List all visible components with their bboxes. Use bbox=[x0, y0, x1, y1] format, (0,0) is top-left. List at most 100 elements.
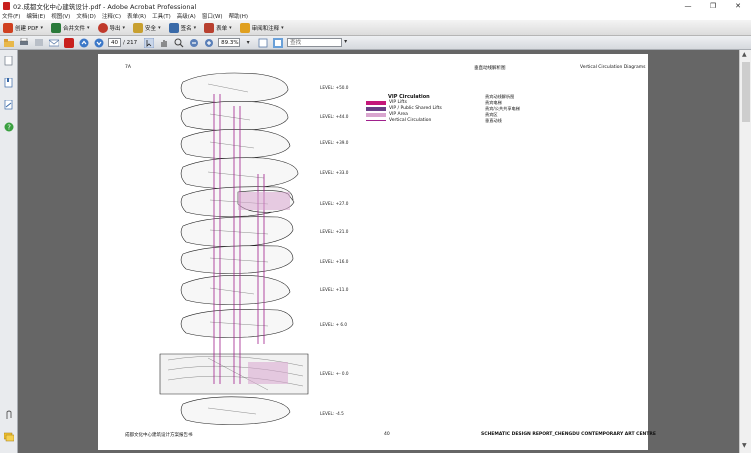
chevron-down-icon: ▾ bbox=[193, 24, 197, 31]
tasks-toolbar: 创建 PDF ▾ 合并文件 ▾ 导出 ▾ 安全 ▾ 签名 ▾ 表单 ▾ 审阅和注释 ▾ bbox=[0, 20, 751, 36]
level-label: LEVEL: +50.0 bbox=[320, 85, 349, 90]
minimize-button[interactable]: — bbox=[676, 0, 700, 11]
signatures-icon[interactable] bbox=[4, 100, 14, 110]
scroll-up-icon[interactable]: ▲ bbox=[742, 51, 747, 58]
chevron-down-icon: ▾ bbox=[229, 24, 232, 31]
fit-width-icon[interactable] bbox=[272, 37, 284, 48]
level-label: LEVEL: +33.0 bbox=[320, 170, 349, 175]
next-page-icon[interactable] bbox=[93, 37, 105, 48]
zoom-in-icon[interactable] bbox=[203, 37, 215, 48]
help-icon[interactable]: ? bbox=[4, 122, 14, 132]
form-icon bbox=[204, 22, 215, 33]
legend-item: Vertical Circulation bbox=[366, 118, 431, 123]
lock-icon bbox=[133, 22, 144, 33]
email-icon[interactable] bbox=[48, 37, 60, 48]
level-label: LEVEL: +11.0 bbox=[320, 287, 349, 292]
chevron-down-icon: ▾ bbox=[122, 24, 126, 31]
comments-icon[interactable] bbox=[4, 432, 14, 442]
level-label: LEVEL: +39.0 bbox=[320, 140, 349, 145]
print-icon[interactable] bbox=[18, 37, 30, 48]
save-icon[interactable] bbox=[33, 37, 45, 48]
fit-page-icon[interactable] bbox=[257, 37, 269, 48]
page-number-input[interactable]: 40 bbox=[108, 38, 121, 47]
footer-right: SCHEMATIC DESIGN REPORT_CHENGDU CONTEMPO… bbox=[481, 432, 656, 437]
comment-icon bbox=[239, 22, 250, 33]
menu-window[interactable]: 窗口(W) bbox=[202, 12, 223, 20]
forms-button[interactable]: 表单 ▾ bbox=[204, 22, 232, 33]
prev-page-icon[interactable] bbox=[78, 37, 90, 48]
menu-view[interactable]: 视图(V) bbox=[51, 12, 70, 20]
menu-comments[interactable]: 注释(C) bbox=[102, 12, 121, 20]
zoom-level-input[interactable]: 89.3% bbox=[218, 38, 241, 47]
zoom-tool-icon[interactable] bbox=[173, 37, 185, 48]
create-pdf-button[interactable]: 创建 PDF ▾ bbox=[3, 22, 43, 33]
window-title: 02.成都文化中心建筑设计.pdf - Adobe Acrobat Profes… bbox=[13, 2, 197, 11]
attachment-icon[interactable] bbox=[4, 410, 14, 420]
svg-text:?: ? bbox=[7, 124, 11, 132]
legend-label: VIP / Public Shared Lifts bbox=[389, 106, 442, 111]
navigation-panel: ? bbox=[0, 50, 18, 453]
zoom-out-icon[interactable] bbox=[188, 37, 200, 48]
legend-item: VIP Area bbox=[366, 112, 408, 117]
review-label: 审阅和注释 bbox=[251, 25, 280, 32]
chevron-down-icon: ▾ bbox=[40, 24, 43, 31]
legend-swatch bbox=[366, 106, 386, 111]
security-button[interactable]: 安全 ▾ bbox=[133, 22, 161, 33]
review-comment-button[interactable]: 审阅和注释 ▾ bbox=[239, 22, 284, 33]
pen-icon bbox=[168, 22, 179, 33]
security-label: 安全 bbox=[145, 25, 157, 32]
legend-swatch bbox=[366, 100, 386, 105]
title-bar: 02.成都文化中心建筑设计.pdf - Adobe Acrobat Profes… bbox=[0, 0, 751, 11]
menu-edit[interactable]: 编辑(E) bbox=[26, 12, 45, 20]
level-label: LEVEL: -4.5 bbox=[320, 411, 344, 416]
sign-button[interactable]: 签名 ▾ bbox=[168, 22, 197, 33]
menu-advanced[interactable]: 高级(A) bbox=[177, 12, 196, 20]
footer-page-number: 40 bbox=[384, 432, 390, 437]
combine-icon bbox=[50, 22, 61, 33]
document-area[interactable]: 7A 垂直动线解析图 Vertical Circulation Diagrams bbox=[18, 50, 739, 453]
select-tool-icon[interactable] bbox=[143, 37, 155, 48]
open-folder-icon[interactable] bbox=[3, 37, 15, 48]
export-icon bbox=[97, 22, 108, 33]
legend-item: VIP Lifts bbox=[366, 100, 407, 105]
hand-tool-icon[interactable] bbox=[158, 37, 170, 48]
chevron-down-icon: ▾ bbox=[158, 24, 161, 31]
level-label: LEVEL: +- 0.0 bbox=[320, 371, 349, 376]
chevron-down-icon: ▾ bbox=[87, 24, 90, 31]
menu-help[interactable]: 帮助(H) bbox=[229, 12, 248, 20]
export-button[interactable]: 导出 ▾ bbox=[97, 22, 126, 33]
legend-cn: 垂直动线 bbox=[485, 118, 502, 123]
menu-document[interactable]: 文档(D) bbox=[76, 12, 96, 20]
close-button[interactable]: ✕ bbox=[726, 0, 750, 11]
menu-bar: 文件(F) 编辑(E) 视图(V) 文档(D) 注释(C) 表单(R) 工具(T… bbox=[0, 11, 751, 20]
acrobat-tool-icon[interactable] bbox=[63, 37, 75, 48]
menu-tools[interactable]: 工具(T) bbox=[152, 12, 171, 20]
acrobat-icon bbox=[3, 1, 10, 10]
create-pdf-label: 创建 PDF bbox=[15, 25, 39, 32]
level-label: LEVEL: +16.0 bbox=[320, 259, 349, 264]
sign-label: 签名 bbox=[180, 25, 192, 32]
menu-file[interactable]: 文件(F) bbox=[2, 12, 20, 20]
legend-swatch bbox=[366, 120, 386, 121]
pages-icon[interactable] bbox=[4, 56, 14, 66]
vertical-scrollbar[interactable]: ▲ ▼ bbox=[739, 50, 751, 453]
scroll-down-icon[interactable]: ▼ bbox=[742, 442, 747, 449]
level-label: LEVEL: +27.0 bbox=[320, 201, 349, 206]
bookmarks-icon[interactable] bbox=[4, 78, 14, 88]
level-label: LEVEL: + 6.0 bbox=[320, 322, 348, 327]
export-label: 导出 bbox=[109, 25, 121, 32]
combine-files-button[interactable]: 合并文件 ▾ bbox=[50, 22, 90, 33]
combine-label: 合并文件 bbox=[62, 25, 85, 32]
level-label: LEVEL: +21.0 bbox=[320, 229, 349, 234]
find-input[interactable]: 查找 bbox=[287, 38, 347, 47]
pdf-page: 7A 垂直动线解析图 Vertical Circulation Diagrams bbox=[98, 54, 656, 450]
create-pdf-icon bbox=[3, 22, 13, 33]
maximize-button[interactable]: ❐ bbox=[701, 0, 725, 11]
scrollbar-thumb[interactable] bbox=[742, 62, 750, 122]
legend-label: VIP Area bbox=[389, 112, 408, 117]
chevron-down-icon[interactable]: ▾ bbox=[242, 37, 254, 48]
legend-swatch bbox=[366, 112, 386, 117]
page-total: / 217 bbox=[123, 39, 138, 46]
legend-label: VIP Lifts bbox=[389, 100, 407, 105]
menu-forms[interactable]: 表单(R) bbox=[127, 12, 146, 20]
